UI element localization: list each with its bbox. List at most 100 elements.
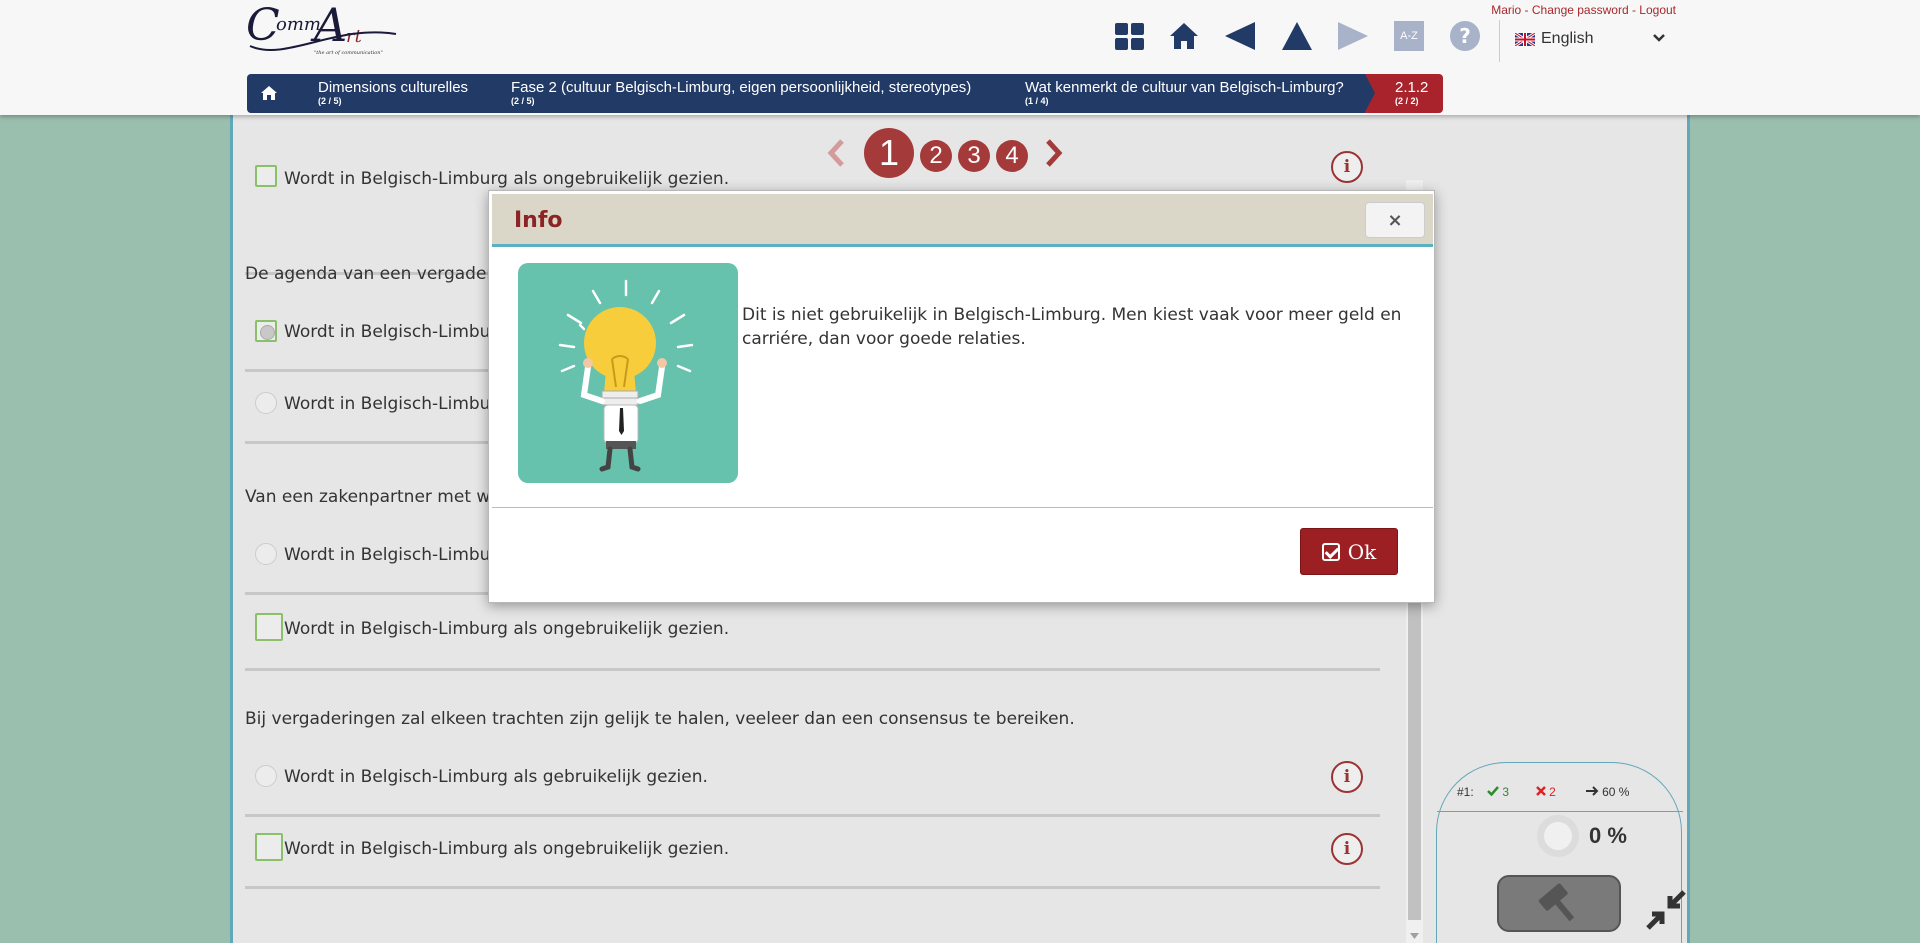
close-button[interactable]: × <box>1365 202 1425 238</box>
modal-header: Info × <box>492 194 1433 247</box>
arrow-right-icon <box>1585 786 1599 796</box>
submit-gavel-button[interactable] <box>1497 875 1621 932</box>
grid-icon[interactable] <box>1111 18 1147 54</box>
answer-label: Wordt in Belgisch-Limburg als ongebruike… <box>284 839 730 859</box>
answer-label: Wordt in Belgisch-Limburg als ongebruike… <box>284 619 730 639</box>
breadcrumb-item-cultuur[interactable]: Wat kenmerkt de cultuur van Belgisch-Lim… <box>993 74 1377 113</box>
info-icon[interactable]: i <box>1331 833 1363 865</box>
up-icon[interactable] <box>1279 18 1315 54</box>
score-divider <box>1437 811 1683 812</box>
breadcrumb-sub: (2 / 5) <box>511 96 535 106</box>
answer-label: Wordt in Belgisch-Limburg <box>284 322 508 342</box>
pagination: 1 2 3 4 <box>826 128 1064 178</box>
info-icon[interactable]: i <box>1331 761 1363 793</box>
breadcrumb-sub: (1 / 4) <box>1025 96 1049 106</box>
page-3[interactable]: 3 <box>958 140 990 172</box>
language-selected: English <box>1541 30 1594 47</box>
logo-tagline: "the art of communication" <box>314 50 383 56</box>
progress-indicator: 0 % <box>1537 815 1627 857</box>
correct-count: 3 <box>1502 785 1510 799</box>
az-icon[interactable]: A-Z <box>1391 18 1427 54</box>
answer-label: Wordt in Belgisch-Limburg <box>284 545 508 565</box>
breadcrumb-title: 2.1.2 <box>1395 79 1429 96</box>
user-links-separator: - <box>1628 3 1640 17</box>
wrong-count: 2 <box>1549 785 1556 799</box>
breadcrumb-title: Dimensions culturelles <box>318 79 469 96</box>
user-name-link[interactable]: Mario <box>1491 3 1521 17</box>
logout-link[interactable]: Logout <box>1639 3 1676 17</box>
attempt-label: #1: <box>1457 785 1474 799</box>
modal-message: Dit is niet gebruikelijk in Belgisch-Lim… <box>742 305 1402 349</box>
scroll-down-icon[interactable] <box>1410 933 1419 939</box>
commart-logo[interactable]: C omm A rt "the art of communication" <box>246 0 406 60</box>
back-icon[interactable] <box>1222 18 1258 54</box>
answer-label: Wordt in Belgisch-Limburg <box>284 394 508 414</box>
answer-divider <box>245 886 1380 889</box>
breadcrumb-item-current: 2.1.2 (2 / 2) <box>1365 74 1443 113</box>
breadcrumb-title: Fase 2 (cultuur Belgisch-Limburg, eigen … <box>511 79 972 96</box>
help-icon[interactable]: ? <box>1447 18 1483 54</box>
page-2[interactable]: 2 <box>920 140 952 172</box>
change-password-link[interactable]: Change password <box>1532 3 1629 17</box>
answer-option[interactable]: Wordt in Belgisch-Limburg als ongebruike… <box>245 607 1380 671</box>
breadcrumb-arrow <box>993 74 1003 112</box>
question-text: Bij vergaderingen zal elkeen trachten zi… <box>245 709 1075 729</box>
score-percent: 60 % <box>1602 785 1630 799</box>
home-icon[interactable] <box>1166 18 1202 54</box>
gavel-icon <box>1538 883 1575 921</box>
breadcrumb-title: Wat kenmerkt de cultuur van Belgisch-Lim… <box>1025 79 1344 96</box>
breadcrumb-arrow <box>289 74 299 112</box>
answer-radio[interactable] <box>255 543 277 565</box>
language-select[interactable]: English <box>1515 26 1670 52</box>
help-label: ? <box>1450 21 1480 51</box>
modal-title: Info <box>514 208 563 233</box>
question-text: De agenda van een vergaderir <box>245 264 506 284</box>
ok-label: Ok <box>1347 539 1377 564</box>
answer-label: Wordt in Belgisch-Limburg als ongebruike… <box>284 169 730 189</box>
answer-option[interactable]: Wordt in Belgisch-Limburg als gebruikeli… <box>245 757 1380 817</box>
answer-option[interactable]: Wordt in Belgisch-Limburg als ongebruike… <box>245 829 1380 889</box>
page-4[interactable]: 4 <box>996 140 1028 172</box>
breadcrumb-arrow <box>485 74 495 112</box>
progress-ring <box>1537 815 1579 857</box>
prev-page-icon[interactable] <box>826 138 848 168</box>
flag-uk-icon <box>1515 32 1535 46</box>
question-text: Van een zakenpartner met wie <box>245 487 506 507</box>
lightbulb-illustration <box>518 263 738 483</box>
breadcrumb-item-fase2[interactable]: Fase 2 (cultuur Belgisch-Limburg, eigen … <box>485 74 1005 113</box>
breadcrumb-sub: (2 / 2) <box>1395 96 1419 106</box>
chevron-down-icon <box>1653 34 1665 42</box>
scrollbar-thumb[interactable] <box>1408 600 1421 920</box>
close-icon: × <box>1387 209 1403 231</box>
info-letter: i <box>1343 767 1351 787</box>
answer-radio[interactable] <box>255 392 277 414</box>
ok-button[interactable]: Ok <box>1300 528 1398 575</box>
breadcrumb-arrow <box>1365 74 1375 112</box>
progress-percent: 0 % <box>1589 823 1627 848</box>
breadcrumb-item-dimensions[interactable]: Dimensions culturelles (2 / 5) <box>289 74 497 113</box>
user-links: Mario - Change password - Logout <box>1491 3 1676 17</box>
user-links-separator: - <box>1521 3 1532 17</box>
answer-radio[interactable] <box>255 613 283 641</box>
info-modal: Info × Dit is niet gebruikelijk in Belgi… <box>488 190 1435 603</box>
answer-radio[interactable] <box>255 165 277 187</box>
answer-divider <box>245 814 1380 817</box>
info-icon[interactable]: i <box>1331 151 1363 183</box>
answer-label: Wordt in Belgisch-Limburg als gebruikeli… <box>284 767 708 787</box>
breadcrumb-home[interactable] <box>247 74 301 113</box>
az-label: A-Z <box>1394 21 1424 51</box>
breadcrumb: Dimensions culturelles (2 / 5) Fase 2 (c… <box>247 74 1443 113</box>
check-icon <box>1487 786 1499 797</box>
breadcrumb-home-icon <box>261 86 277 100</box>
page-1[interactable]: 1 <box>864 128 914 178</box>
breadcrumb-sub: (2 / 5) <box>318 96 342 106</box>
answer-radio[interactable] <box>255 833 283 861</box>
answer-radio[interactable] <box>255 765 277 787</box>
collapse-icon[interactable] <box>1644 888 1688 932</box>
next-page-icon[interactable] <box>1042 138 1064 168</box>
info-letter: i <box>1343 839 1351 859</box>
answer-divider <box>245 668 1380 671</box>
answer-radio[interactable] <box>255 320 277 342</box>
score-row: #1: 3 2 60 % <box>1457 785 1629 799</box>
app-header: C omm A rt "the art of communication" A-… <box>0 0 1920 115</box>
